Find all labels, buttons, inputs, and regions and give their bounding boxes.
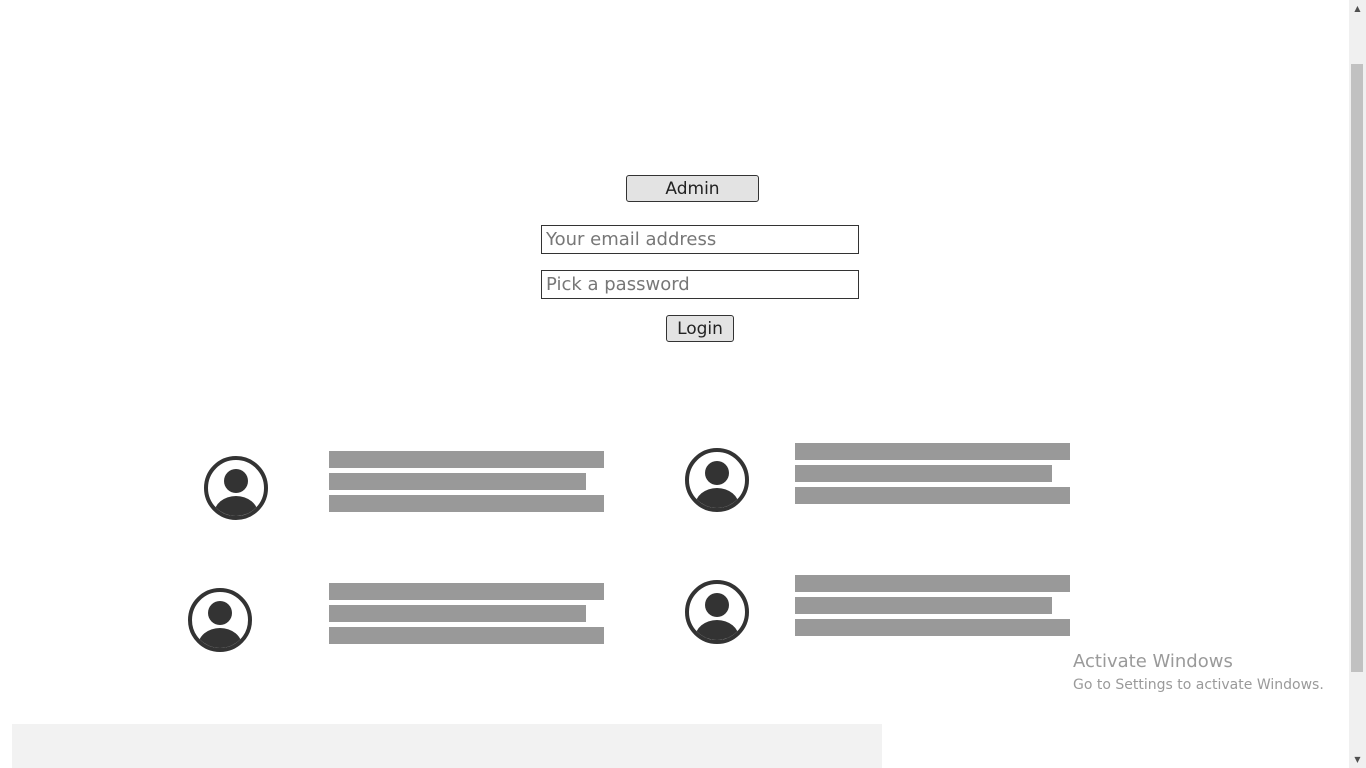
scrollbar-thumb[interactable] xyxy=(1351,64,1363,672)
login-button[interactable]: Login xyxy=(666,315,734,342)
activation-watermark-subtitle: Go to Settings to activate Windows. xyxy=(1073,677,1324,693)
text-placeholder-bar xyxy=(795,575,1070,592)
scroll-down-arrow-icon[interactable]: ▼ xyxy=(1349,751,1366,768)
user-avatar-icon xyxy=(685,448,749,512)
user-avatar-icon xyxy=(685,580,749,644)
text-placeholder-bar xyxy=(795,597,1052,614)
page: Admin Login xyxy=(0,0,1366,768)
text-placeholder-bar xyxy=(329,605,586,622)
text-placeholder-bar xyxy=(795,619,1070,636)
text-placeholder-bar xyxy=(329,451,604,468)
password-field[interactable] xyxy=(541,270,859,299)
admin-button[interactable]: Admin xyxy=(626,175,759,202)
scroll-up-arrow-icon[interactable]: ▲ xyxy=(1349,0,1366,17)
vertical-scrollbar[interactable]: ▲ ▼ xyxy=(1349,0,1366,768)
text-placeholder-bar xyxy=(795,465,1052,482)
text-placeholder-bar xyxy=(329,473,586,490)
email-field[interactable] xyxy=(541,225,859,254)
user-avatar-icon xyxy=(188,588,252,652)
text-placeholder-bar xyxy=(329,627,604,644)
text-placeholder-bar xyxy=(795,487,1070,504)
user-avatar-icon xyxy=(204,456,268,520)
text-placeholder-bar xyxy=(795,443,1070,460)
text-placeholder-bar xyxy=(329,583,604,600)
footer-panel xyxy=(12,724,882,768)
text-placeholder-bar xyxy=(329,495,604,512)
activation-watermark-title: Activate Windows xyxy=(1073,651,1233,672)
